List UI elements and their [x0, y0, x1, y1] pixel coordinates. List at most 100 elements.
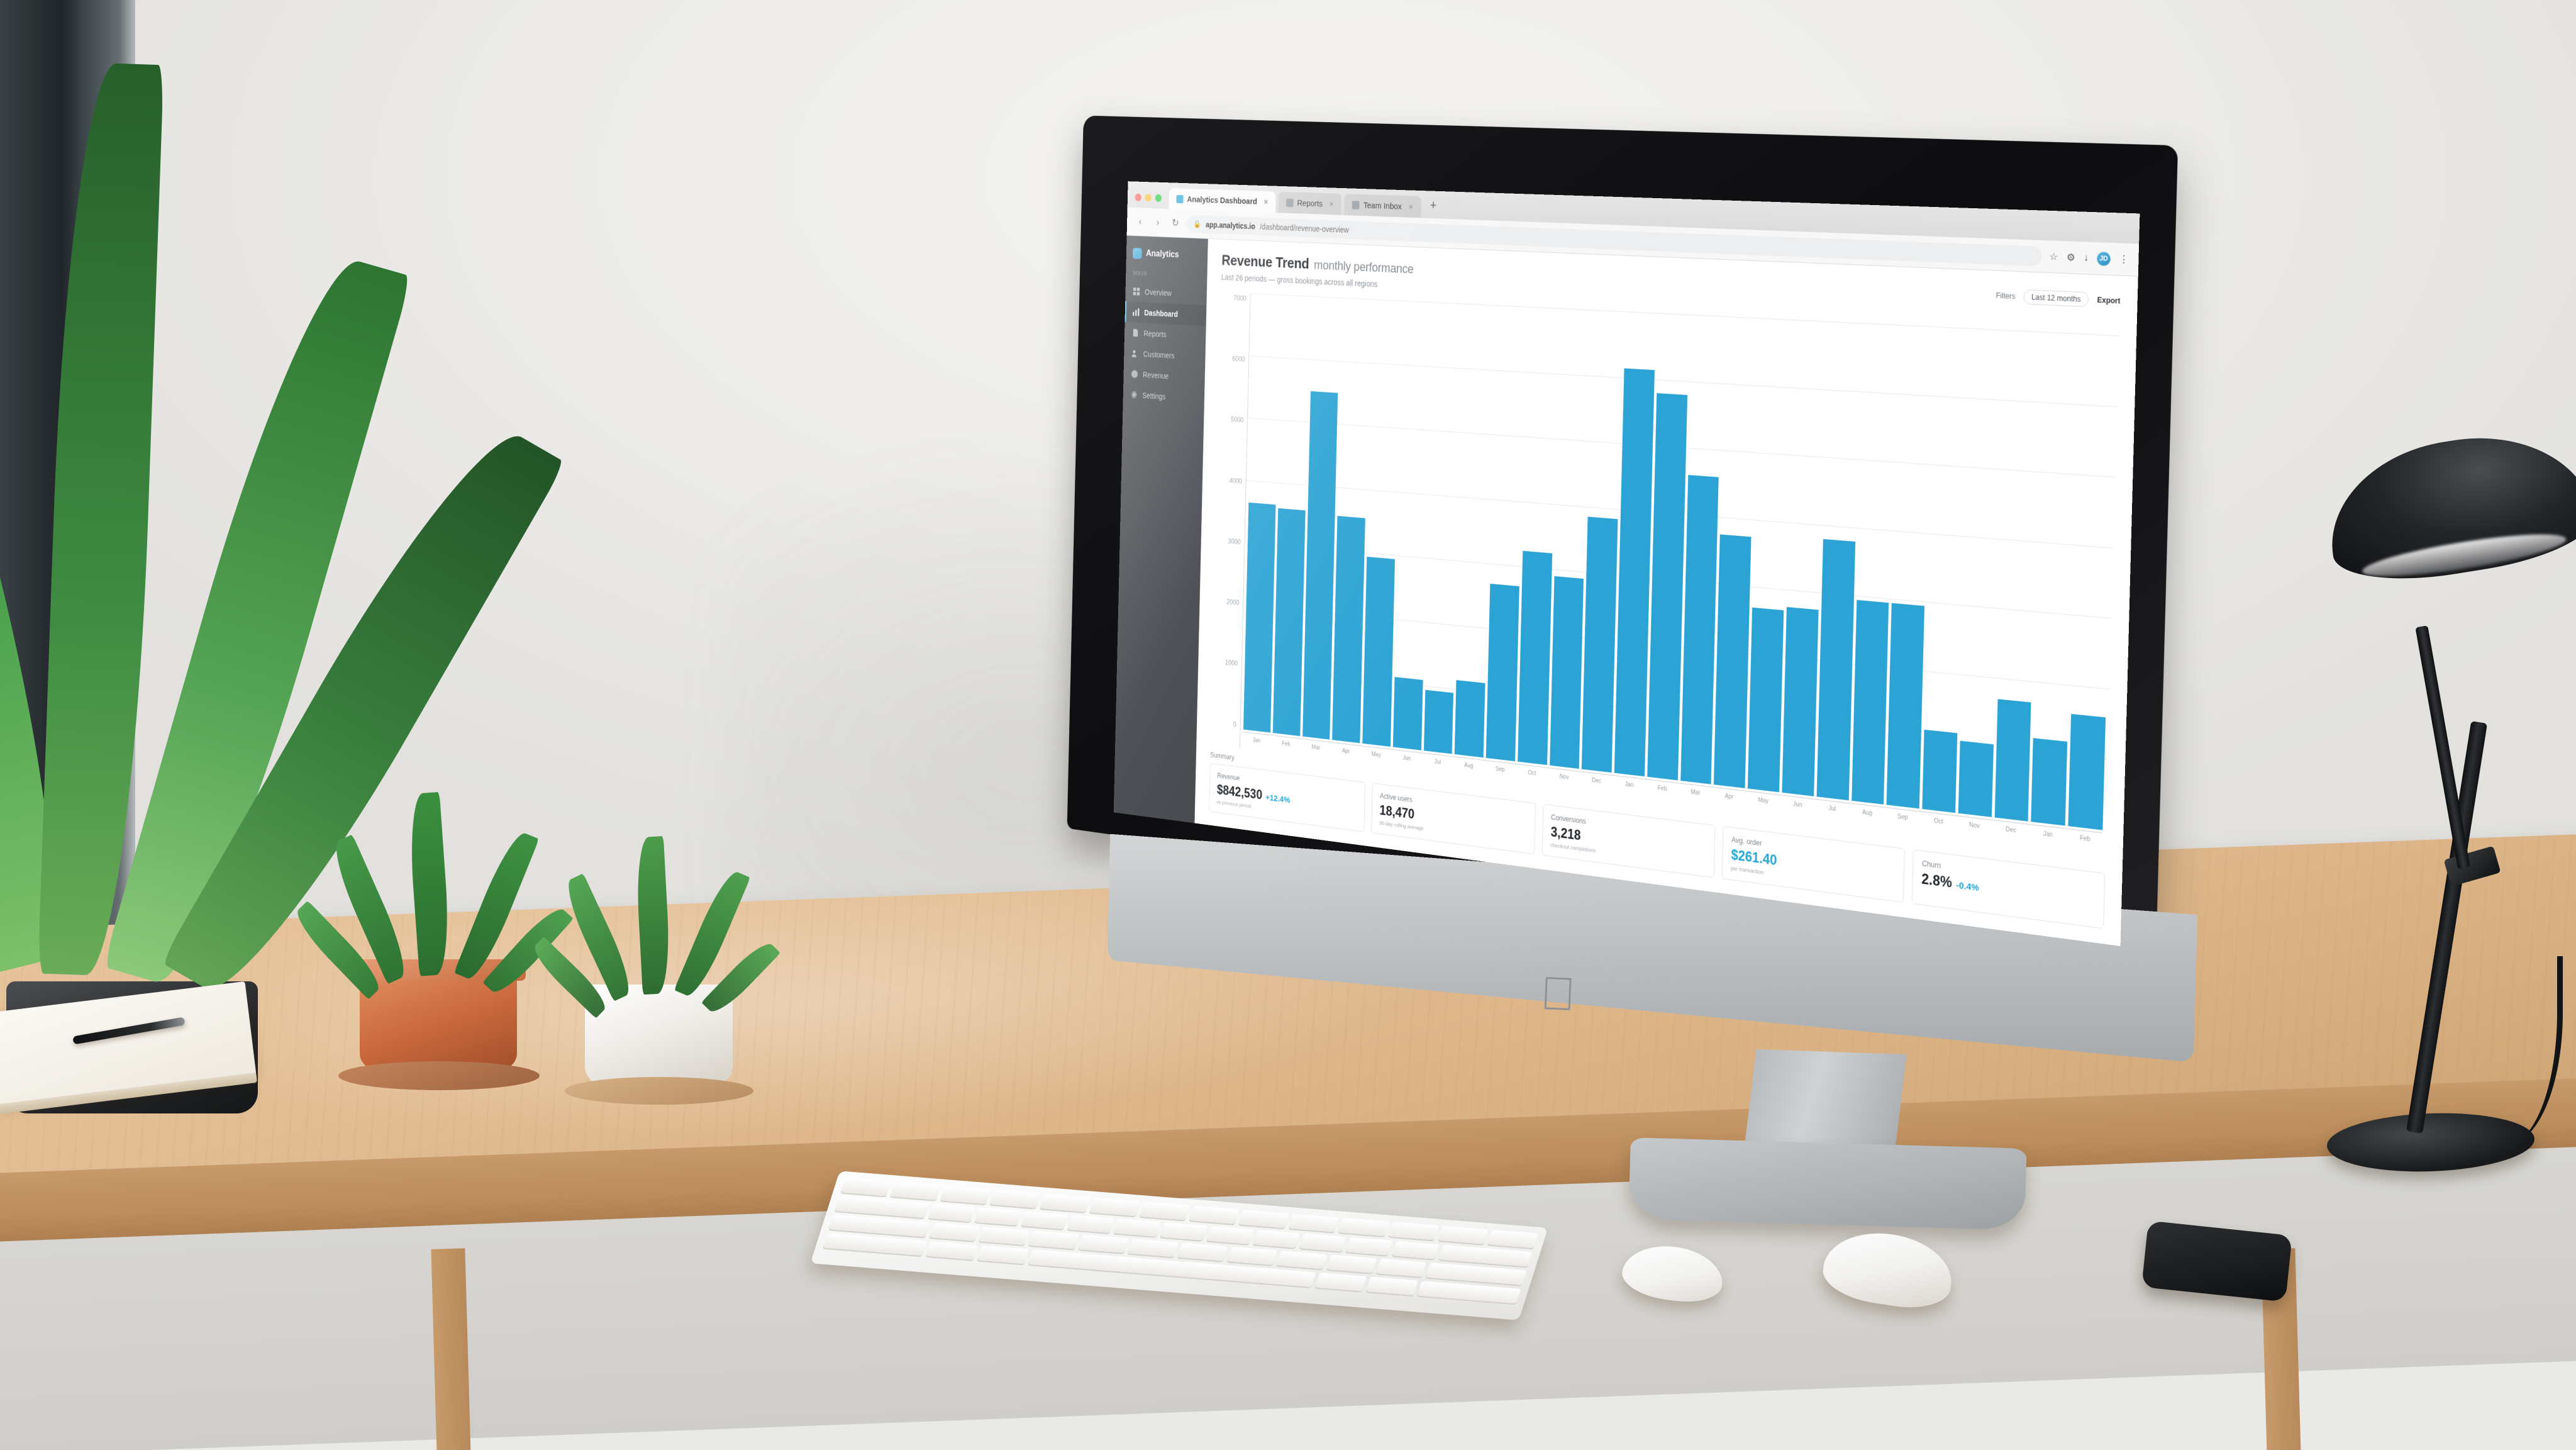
reload-button[interactable]: ↻	[1169, 217, 1182, 229]
browser-tab-active[interactable]: Analytics Dashboard ×	[1169, 187, 1276, 213]
filters-button[interactable]: Filters	[1996, 291, 2015, 301]
dollar-icon	[1131, 370, 1138, 378]
sidebar-item-settings[interactable]: Settings	[1123, 384, 1205, 410]
close-tab-icon[interactable]: ×	[1330, 199, 1334, 209]
stat-card-value: 18,470	[1379, 802, 1415, 822]
tab-title: Reports	[1297, 198, 1323, 209]
desk-scene-photo:  Analytics Dashboard ×	[0, 0, 2576, 1450]
brand-logo-icon	[1132, 247, 1142, 259]
new-tab-button[interactable]: +	[1424, 198, 1443, 219]
stat-card-value: 2.8%	[1921, 870, 1953, 891]
page-heading-group: Revenue Trend monthly performance Last 26…	[1221, 252, 1414, 291]
y-axis-tick-label: 7000	[1233, 294, 1246, 303]
tab-favicon-icon	[1352, 200, 1360, 209]
downloads-icon[interactable]: ↓	[2084, 252, 2089, 264]
chart-bar[interactable]	[1392, 677, 1423, 750]
y-axis-tick-label: 1000	[1224, 658, 1238, 668]
back-button[interactable]: ‹	[1135, 216, 1146, 228]
chart-bar[interactable]	[1423, 689, 1454, 754]
chart-bar[interactable]	[1748, 607, 1784, 793]
close-tab-icon[interactable]: ×	[1263, 197, 1268, 206]
y-axis-tick-label: 4000	[1229, 476, 1243, 486]
page-header-actions: Filters Last 12 months Export	[1996, 284, 2121, 308]
lock-icon: 🔒	[1193, 219, 1201, 228]
close-window-button[interactable]	[1135, 193, 1141, 202]
chart-bar[interactable]	[1549, 576, 1584, 769]
stat-card-value: $842,530	[1216, 781, 1263, 802]
sidebar-item-label: Customers	[1143, 349, 1175, 360]
tab-title: Team Inbox	[1363, 200, 1402, 211]
stat-card-delta: -0.4%	[1956, 879, 1980, 893]
forward-button[interactable]: ›	[1152, 216, 1163, 228]
chart-bar[interactable]	[1714, 534, 1752, 788]
profile-avatar[interactable]: JD	[2097, 251, 2111, 266]
chart-bar[interactable]	[1243, 502, 1276, 733]
y-axis-tick-label: 0	[1233, 720, 1237, 728]
address-path: /dashboard/revenue-overview	[1260, 221, 1349, 235]
chart-bar[interactable]	[1332, 516, 1365, 744]
chart-bar[interactable]	[1272, 508, 1306, 736]
y-axis-tick-label: 5000	[1230, 415, 1244, 425]
close-tab-icon[interactable]: ×	[1409, 202, 1413, 212]
document-icon	[1133, 328, 1138, 337]
browser-tab[interactable]: Reports ×	[1278, 191, 1342, 215]
sidebar-item-label: Reports	[1143, 328, 1167, 339]
sidebar-item-label: Revenue	[1142, 370, 1169, 381]
date-range-selector[interactable]: Last 12 months	[2023, 289, 2089, 308]
chart-bar[interactable]	[1886, 603, 1925, 809]
desk-leg	[431, 1248, 471, 1450]
monitor-screen: Analytics Dashboard × Reports × Team Inb…	[1113, 181, 2140, 947]
page-title-muted: monthly performance	[1314, 257, 1414, 277]
chart-bar[interactable]	[1994, 699, 2031, 822]
chart-bar[interactable]	[2031, 737, 2068, 826]
tab-favicon-icon	[1176, 194, 1184, 203]
maximize-window-button[interactable]	[1155, 194, 1162, 203]
export-button[interactable]: Export	[2097, 296, 2120, 306]
chart-icon	[1133, 308, 1140, 316]
page-title-text: Revenue Trend	[1221, 251, 1310, 272]
stat-card-delta: +12.4%	[1265, 792, 1291, 805]
toolbar-icon-group: ☆ ⚙ ↓ JD ⋮	[2049, 250, 2129, 267]
chart-bar[interactable]	[1362, 556, 1395, 747]
chart-bar[interactable]	[1922, 730, 1958, 813]
chart-bar[interactable]	[1582, 516, 1618, 772]
browser-tab[interactable]: Team Inbox ×	[1344, 194, 1421, 218]
y-axis-tick-label: 6000	[1232, 355, 1245, 364]
succulent-terracotta	[289, 791, 574, 1090]
chart-bar[interactable]	[1958, 740, 1994, 817]
apple-logo-icon: 	[1540, 967, 1577, 1020]
chart-bar[interactable]	[1782, 607, 1819, 796]
chart-bar[interactable]	[1302, 391, 1338, 740]
menu-dots-icon[interactable]: ⋮	[2119, 253, 2129, 266]
address-host: app.analytics.io	[1205, 220, 1255, 231]
users-icon	[1131, 350, 1136, 357]
tab-favicon-icon	[1285, 198, 1294, 207]
bookmark-star-icon[interactable]: ☆	[2050, 250, 2058, 263]
stat-card-value: $261.40	[1731, 846, 1777, 868]
minimize-window-button[interactable]	[1145, 194, 1152, 202]
monitor-stand-foot	[1628, 1137, 2027, 1230]
stat-card-value: 3,218	[1550, 823, 1581, 843]
sidebar: Analytics MAIN Overview Dashboard Report…	[1113, 235, 1208, 823]
gear-icon	[1131, 390, 1138, 399]
sidebar-item-label: Settings	[1142, 391, 1166, 401]
y-axis-tick-label: 2000	[1226, 598, 1240, 607]
chart-bar[interactable]	[1455, 680, 1485, 758]
tab-title: Analytics Dashboard	[1187, 194, 1258, 206]
chart-bar[interactable]	[1518, 550, 1552, 765]
brand: Analytics	[1126, 243, 1208, 271]
sidebar-item-label: Overview	[1144, 287, 1172, 298]
extensions-icon[interactable]: ⚙	[2067, 251, 2075, 264]
chart-bar[interactable]	[1851, 600, 1889, 805]
grid-icon	[1133, 287, 1140, 296]
chart-bar[interactable]	[1680, 475, 1719, 784]
brand-label: Analytics	[1146, 248, 1179, 260]
sidebar-item-label: Dashboard	[1144, 308, 1179, 319]
window-controls[interactable]	[1133, 193, 1166, 208]
succulent-white-pot	[528, 836, 780, 1105]
chart-bar[interactable]	[1816, 538, 1855, 801]
chart-bar[interactable]	[2068, 713, 2106, 830]
chart-bar[interactable]	[1485, 583, 1519, 761]
main-content: Revenue Trend monthly performance Last 26…	[1194, 238, 2138, 947]
y-axis-tick-label: 3000	[1228, 537, 1241, 546]
